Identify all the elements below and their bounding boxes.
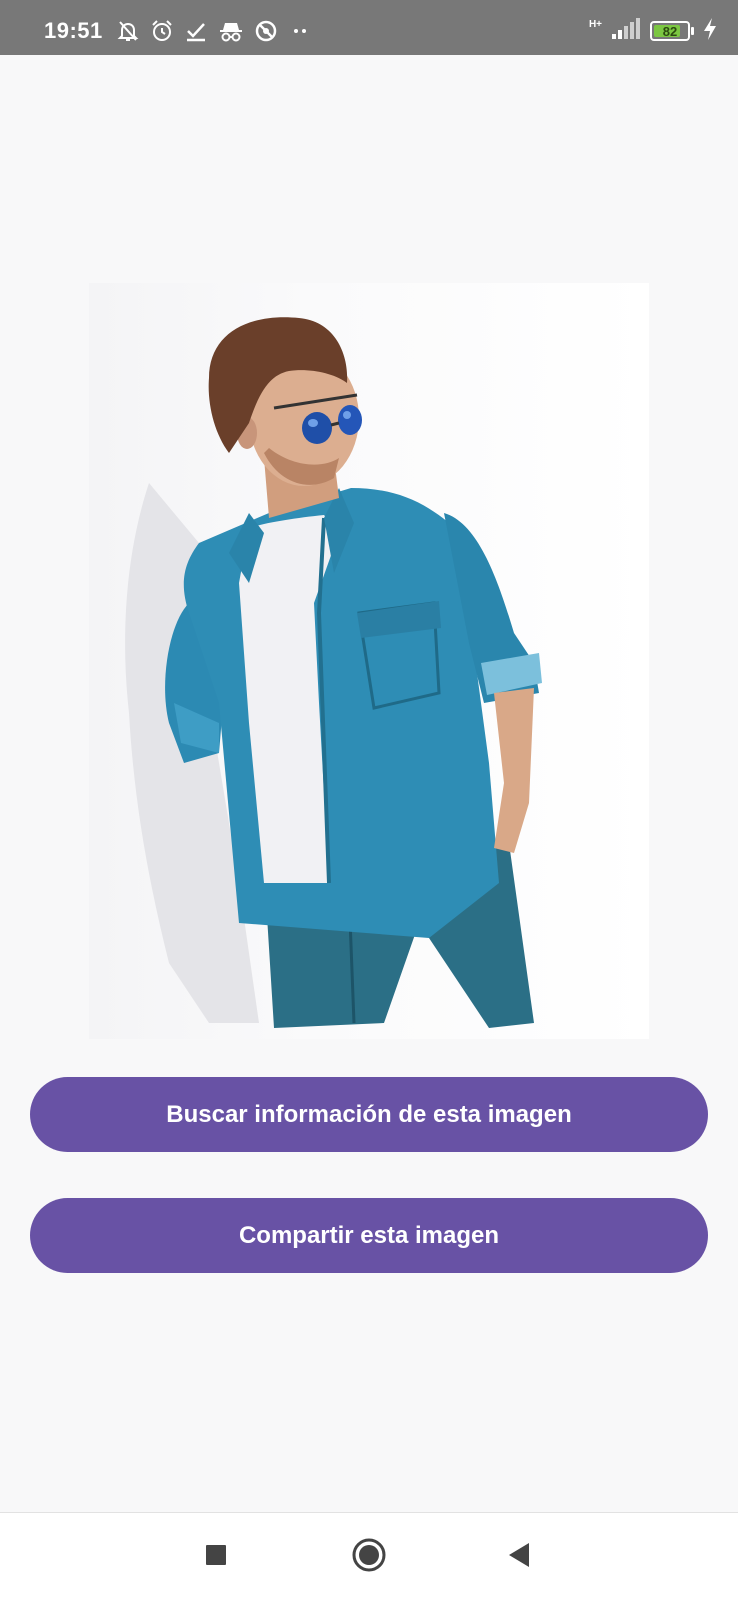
signal-icon <box>610 17 642 46</box>
check-download-icon <box>184 19 208 43</box>
battery-level: 82 <box>662 23 678 39</box>
recents-button[interactable] <box>194 1535 238 1579</box>
incognito-icon <box>218 19 244 43</box>
status-icons-right: H+ 82 <box>588 17 718 46</box>
status-time: 19:51 <box>44 18 103 43</box>
battery: 82 <box>650 21 690 41</box>
bell-off-icon <box>116 19 140 43</box>
home-circle-icon <box>352 1538 386 1577</box>
battery-icon: 82 <box>650 21 694 41</box>
recents-square-icon <box>205 1544 227 1571</box>
back-triangle-icon <box>507 1542 531 1573</box>
home-button[interactable] <box>347 1535 391 1579</box>
back-button[interactable] <box>497 1535 541 1579</box>
search-image-info-button[interactable]: Buscar información de esta imagen <box>30 1077 708 1152</box>
more-dots-icon <box>288 19 312 43</box>
share-image-button[interactable]: Compartir esta imagen <box>30 1198 708 1273</box>
network-type: H+ <box>588 19 602 30</box>
alarm-icon <box>150 19 174 43</box>
status-bar: 19:51 H+ 82 <box>0 0 738 55</box>
product-photo <box>89 283 649 1039</box>
status-icons-left <box>116 18 312 44</box>
battery-tip <box>691 27 694 35</box>
charging-bolt-icon <box>702 17 718 46</box>
person-photo-image <box>125 317 542 1028</box>
screen: 19:51 H+ 82 Buscar información de esta i… <box>0 0 738 1600</box>
system-nav-bar <box>0 1512 738 1600</box>
no-disturb-icon <box>254 19 278 43</box>
